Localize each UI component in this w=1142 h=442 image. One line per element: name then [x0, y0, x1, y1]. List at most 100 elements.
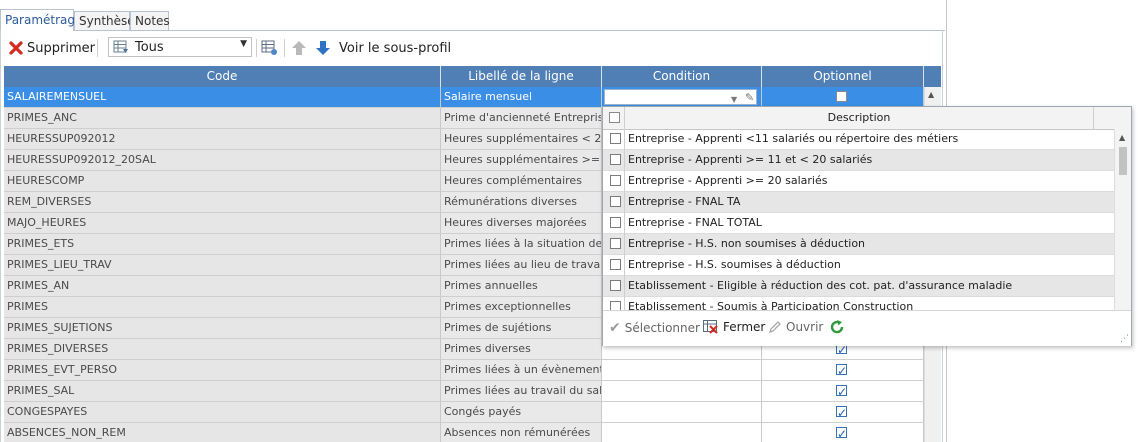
condition-option[interactable]: Entreprise - Apprenti >= 11 et < 20 sala… — [603, 150, 1114, 171]
scroll-up-icon[interactable]: ▲ — [928, 90, 934, 99]
code-cell[interactable]: ABSENCES_NON_REM — [4, 423, 441, 442]
column-header-condition[interactable]: Condition — [602, 66, 762, 87]
libelle-cell[interactable]: Prime d'ancienneté Entreprise — [441, 108, 602, 129]
optionnel-checkbox[interactable] — [836, 403, 847, 422]
libelle-cell[interactable]: Primes diverses — [441, 339, 602, 360]
code-cell[interactable]: SALAIREMENSUEL — [4, 87, 441, 108]
code-cell[interactable]: PRIMES_ETS — [4, 234, 441, 255]
tab-notes[interactable]: Notes — [130, 11, 170, 30]
libelle-cell[interactable]: Heures complémentaires — [441, 171, 602, 192]
code-cell[interactable]: HEURESSUP092012_20SAL — [4, 150, 441, 171]
table-row[interactable]: ABSENCES_NON_REM Absences non rémunérées — [4, 423, 941, 442]
option-checkbox[interactable] — [610, 217, 621, 228]
libelle-cell[interactable]: Heures supplémentaires >= 2... — [441, 150, 602, 171]
code-cell[interactable]: MAJO_HEURES — [4, 213, 441, 234]
libelle-cell[interactable]: Congés payés — [441, 402, 602, 423]
code-cell[interactable]: PRIMES_SAL — [4, 381, 441, 402]
condition-option[interactable]: Entreprise - Apprenti >= 20 salariés — [603, 171, 1114, 192]
condition-cell[interactable] — [602, 381, 762, 402]
libelle-cell[interactable]: Heures diverses majorées — [441, 213, 602, 234]
condition-cell[interactable]: ▼ ✎ — [602, 87, 762, 108]
popup-column-description[interactable]: Description — [625, 107, 1093, 129]
scroll-up-icon[interactable]: ▲ — [1119, 133, 1125, 142]
condition-input[interactable]: ▼ ✎ — [604, 89, 757, 105]
columns-button[interactable] — [261, 36, 278, 60]
optionnel-cell[interactable] — [762, 402, 924, 423]
optionnel-checkbox[interactable] — [836, 424, 847, 442]
move-down-button[interactable] — [315, 36, 331, 60]
table-row[interactable]: PRIMES_EVT_PERSO Primes liées à un évènem… — [4, 360, 941, 381]
code-cell[interactable]: REM_DIVERSES — [4, 192, 441, 213]
libelle-cell[interactable]: Primes liées au travail du salarié — [441, 381, 602, 402]
condition-option[interactable]: Entreprise - Apprenti <11 salariés ou ré… — [603, 129, 1114, 150]
close-button[interactable]: Fermer — [703, 320, 765, 334]
popup-scrollbar[interactable]: ▲ — [1114, 129, 1131, 310]
option-checkbox[interactable] — [610, 280, 621, 291]
tab-synthese[interactable]: Synthèse — [74, 11, 135, 30]
select-button[interactable]: ✔ Sélectionner — [609, 320, 700, 336]
refresh-button[interactable] — [829, 319, 845, 335]
condition-cell[interactable] — [602, 423, 762, 442]
libelle-cell[interactable]: Primes de sujétions — [441, 318, 602, 339]
libelle-cell[interactable]: Primes liées au lieu de travail — [441, 255, 602, 276]
column-header-code[interactable]: Code — [4, 66, 441, 87]
column-header-optionnel[interactable]: Optionnel — [762, 66, 924, 87]
delete-button[interactable]: Supprimer — [8, 36, 95, 60]
code-cell[interactable]: HEURESSUP092012 — [4, 129, 441, 150]
optionnel-checkbox[interactable] — [836, 382, 847, 401]
resize-grip-icon[interactable]: ⋰ — [1120, 334, 1129, 344]
optionnel-cell[interactable] — [762, 381, 924, 402]
code-cell[interactable]: HEURESCOMP — [4, 171, 441, 192]
libelle-cell[interactable]: Primes annuelles — [441, 276, 602, 297]
filter-combo[interactable]: Tous ▼ — [108, 37, 252, 57]
optionnel-cell[interactable] — [762, 87, 924, 108]
libelle-cell[interactable]: Rémunérations diverses — [441, 192, 602, 213]
code-cell[interactable]: PRIMES — [4, 297, 441, 318]
condition-option[interactable]: Entreprise - H.S. soumises à déduction — [603, 255, 1114, 276]
libelle-cell[interactable]: Primes liées à la situation de l'... — [441, 234, 602, 255]
scroll-thumb[interactable] — [1119, 147, 1127, 175]
option-checkbox[interactable] — [610, 259, 621, 270]
condition-option[interactable]: Entreprise - H.S. non soumises à déducti… — [603, 234, 1114, 255]
condition-option[interactable]: Etablissement - Soumis à Participation C… — [603, 297, 1114, 310]
condition-cell[interactable] — [602, 402, 762, 423]
option-checkbox[interactable] — [610, 301, 621, 310]
condition-option[interactable]: Entreprise - FNAL TOTAL — [603, 213, 1114, 234]
optionnel-checkbox[interactable] — [836, 361, 847, 380]
table-row[interactable]: CONGESPAYES Congés payés — [4, 402, 941, 423]
libelle-cell[interactable]: Absences non rémunérées — [441, 423, 602, 442]
optionnel-cell[interactable] — [762, 360, 924, 381]
view-subprofile-button[interactable]: Voir le sous-profil — [339, 36, 451, 60]
optionnel-cell[interactable] — [762, 423, 924, 442]
code-cell[interactable]: CONGESPAYES — [4, 402, 441, 423]
libelle-cell[interactable]: Salaire mensuel — [441, 87, 602, 108]
condition-option[interactable]: Etablissement - Eligible à réduction des… — [603, 276, 1114, 297]
libelle-cell[interactable]: Heures supplémentaires < 20... — [441, 129, 602, 150]
option-checkbox[interactable] — [610, 154, 621, 165]
edit-pencil-icon[interactable]: ✎ — [745, 88, 754, 107]
table-row[interactable]: SALAIREMENSUEL Salaire mensuel ▼ ✎ — [4, 87, 941, 108]
code-cell[interactable]: PRIMES_ANC — [4, 108, 441, 129]
option-checkbox[interactable] — [610, 133, 621, 144]
libelle-cell[interactable]: Primes liées à un évènement ... — [441, 360, 602, 381]
option-checkbox[interactable] — [610, 196, 621, 207]
code-cell[interactable]: PRIMES_AN — [4, 276, 441, 297]
tab-parametrage[interactable]: Paramétrage — [0, 9, 82, 31]
code-cell[interactable]: PRIMES_LIEU_TRAV — [4, 255, 441, 276]
column-header-libelle[interactable]: Libellé de la ligne — [441, 66, 602, 87]
option-checkbox[interactable] — [610, 175, 621, 186]
move-up-button[interactable] — [291, 36, 307, 60]
view-subprofile-label: Voir le sous-profil — [339, 40, 452, 56]
libelle-cell[interactable]: Primes exceptionnelles — [441, 297, 602, 318]
condition-option[interactable]: Entreprise - FNAL TA — [603, 192, 1114, 213]
open-button[interactable]: Ouvrir — [768, 320, 823, 334]
table-row[interactable]: PRIMES_SAL Primes liées au travail du sal… — [4, 381, 941, 402]
code-cell[interactable]: PRIMES_SUJETIONS — [4, 318, 441, 339]
select-all-checkbox[interactable] — [609, 112, 620, 123]
option-checkbox[interactable] — [610, 238, 621, 249]
optionnel-checkbox[interactable] — [836, 91, 847, 102]
code-cell[interactable]: PRIMES_EVT_PERSO — [4, 360, 441, 381]
chevron-down-icon[interactable]: ▼ — [240, 39, 247, 49]
condition-cell[interactable] — [602, 360, 762, 381]
code-cell[interactable]: PRIMES_DIVERSES — [4, 339, 441, 360]
